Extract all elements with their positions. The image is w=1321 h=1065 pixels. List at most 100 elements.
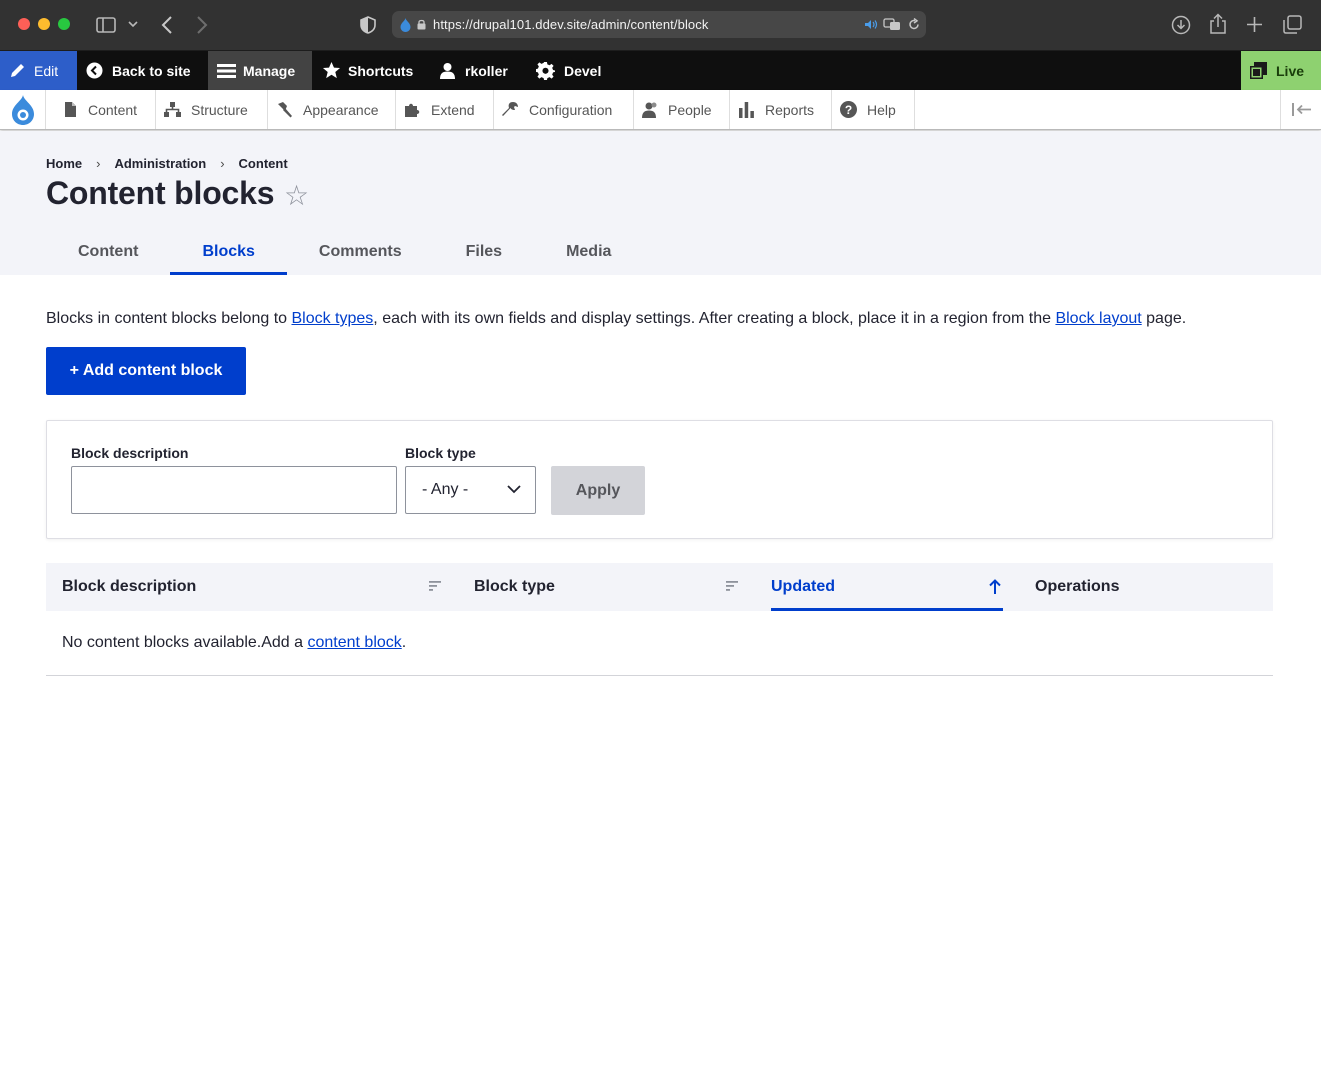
menu-item-extend[interactable]: Extend — [396, 90, 494, 129]
menu-label-configuration: Configuration — [529, 102, 613, 118]
back-icon[interactable] — [161, 16, 173, 34]
wrench-icon — [502, 102, 518, 116]
add-content-block-link[interactable]: content block — [307, 634, 401, 651]
menu-label-structure: Structure — [191, 102, 248, 118]
share-icon[interactable] — [1209, 13, 1227, 35]
svg-text:?: ? — [845, 103, 852, 117]
menu-label-help: Help — [867, 102, 896, 118]
breadcrumb-content[interactable]: Content — [239, 156, 288, 171]
back-to-site-label: Back to site — [112, 62, 191, 79]
sort-icon[interactable] — [429, 581, 441, 591]
menu-item-people[interactable]: People — [634, 90, 730, 129]
breadcrumb-separator: › — [220, 156, 225, 171]
help-icon: ? — [840, 101, 857, 118]
chevron-down-icon — [507, 485, 521, 494]
menu-item-appearance[interactable]: Appearance — [268, 90, 396, 129]
breadcrumb-separator: › — [96, 156, 101, 171]
user-tray-button[interactable]: rkoller — [439, 51, 508, 90]
breadcrumb: Home › Administration › Content — [46, 156, 288, 171]
devel-tray-button[interactable]: Devel — [536, 51, 601, 90]
intro-text: Blocks in content blocks belong to Block… — [46, 310, 1186, 328]
table-header: Block description Block type Updated Ope… — [46, 563, 1273, 611]
browser-toolbar: https://drupal101.ddev.site/admin/conten… — [0, 0, 1321, 51]
tab-files[interactable]: Files — [434, 228, 534, 275]
manage-tray-button[interactable]: Manage — [208, 51, 312, 90]
page-title: Content blocks — [46, 175, 275, 211]
sort-icon[interactable] — [726, 581, 738, 591]
menu-label-reports: Reports — [765, 102, 815, 118]
column-updated[interactable]: Updated — [771, 578, 835, 596]
breadcrumb-home[interactable]: Home — [46, 156, 82, 171]
user-icon — [440, 63, 455, 79]
intro-suffix: page. — [1141, 310, 1187, 327]
menu-label-appearance: Appearance — [303, 102, 379, 118]
edit-toggle-button[interactable]: Edit — [0, 51, 77, 90]
tab-content[interactable]: Content — [46, 228, 170, 275]
manage-label: Manage — [243, 62, 296, 79]
add-shortcut-star-icon[interactable]: ☆ — [284, 179, 309, 212]
tab-media[interactable]: Media — [534, 228, 643, 275]
block-type-label: Block type — [405, 445, 476, 461]
back-to-site-link[interactable]: Back to site — [86, 51, 191, 90]
menu-item-reports[interactable]: Reports — [730, 90, 832, 129]
apply-button[interactable]: Apply — [551, 466, 645, 515]
sidebar-toggle-icon[interactable] — [96, 17, 116, 33]
intro-middle: , each with its own fields and display s… — [373, 310, 1056, 327]
active-sort-indicator — [771, 608, 1003, 611]
live-label: Live — [1276, 62, 1305, 79]
block-type-select[interactable]: - Any - — [405, 466, 536, 514]
breadcrumb-administration[interactable]: Administration — [114, 156, 206, 171]
privacy-shield-icon[interactable] — [360, 16, 376, 34]
drupal-logo[interactable] — [0, 90, 46, 129]
downloads-icon[interactable] — [1171, 15, 1191, 35]
shortcuts-tray-button[interactable]: Shortcuts — [322, 51, 413, 90]
audio-icon[interactable] — [864, 19, 878, 30]
block-types-link[interactable]: Block types — [291, 310, 373, 327]
tab-blocks[interactable]: Blocks — [170, 228, 288, 275]
chevron-down-icon[interactable] — [128, 21, 138, 29]
drupal-drop-icon — [12, 95, 34, 125]
address-bar[interactable]: https://drupal101.ddev.site/admin/conten… — [392, 11, 926, 38]
table-divider — [46, 675, 1273, 676]
menu-item-content[interactable]: Content — [54, 90, 156, 129]
page-header: Home › Administration › Content Content … — [0, 131, 1321, 275]
people-icon — [642, 102, 657, 118]
lock-icon — [417, 19, 426, 30]
menu-item-help[interactable]: ? Help — [832, 90, 915, 129]
workspace-icon — [1250, 62, 1267, 79]
hamburger-icon — [217, 64, 236, 78]
gear-icon — [536, 61, 555, 80]
drupal-toolbar: Edit Back to site Manage Shortcuts rkoll… — [0, 51, 1321, 90]
sitemap-icon — [164, 102, 181, 117]
filter-form: Block description Block type - Any - App… — [46, 420, 1273, 539]
admin-menu: Content Structure Appearance Extend Conf… — [0, 90, 1321, 130]
sort-ascending-arrow-icon[interactable] — [989, 579, 1001, 595]
column-operations: Operations — [1035, 578, 1120, 595]
add-content-block-button[interactable]: + Add content block — [46, 347, 246, 395]
column-block-type[interactable]: Block type — [474, 578, 555, 596]
block-description-label: Block description — [71, 445, 189, 461]
block-layout-link[interactable]: Block layout — [1055, 310, 1141, 327]
workspace-live-button[interactable]: Live — [1241, 51, 1321, 90]
column-block-description[interactable]: Block description — [62, 578, 196, 596]
close-window-button[interactable] — [18, 18, 30, 30]
block-description-input[interactable] — [71, 466, 397, 514]
devel-label: Devel — [564, 62, 602, 79]
new-tab-icon[interactable] — [1246, 16, 1263, 33]
tab-comments[interactable]: Comments — [287, 228, 434, 275]
maximize-window-button[interactable] — [58, 18, 70, 30]
collapse-toolbar-button[interactable] — [1280, 90, 1321, 129]
minimize-window-button[interactable] — [38, 18, 50, 30]
edit-label: Edit — [34, 62, 59, 79]
collapse-icon — [1292, 103, 1311, 116]
forward-icon[interactable] — [196, 16, 208, 34]
menu-item-structure[interactable]: Structure — [156, 90, 268, 129]
menu-item-configuration[interactable]: Configuration — [494, 90, 634, 129]
reload-icon[interactable] — [908, 18, 920, 31]
empty-message-suffix: . — [401, 634, 407, 651]
star-icon — [322, 61, 341, 79]
username-label: rkoller — [465, 62, 508, 79]
tab-overview-icon[interactable] — [1283, 15, 1302, 34]
back-arrow-circle-icon — [86, 62, 103, 79]
translate-icon[interactable] — [883, 18, 901, 31]
